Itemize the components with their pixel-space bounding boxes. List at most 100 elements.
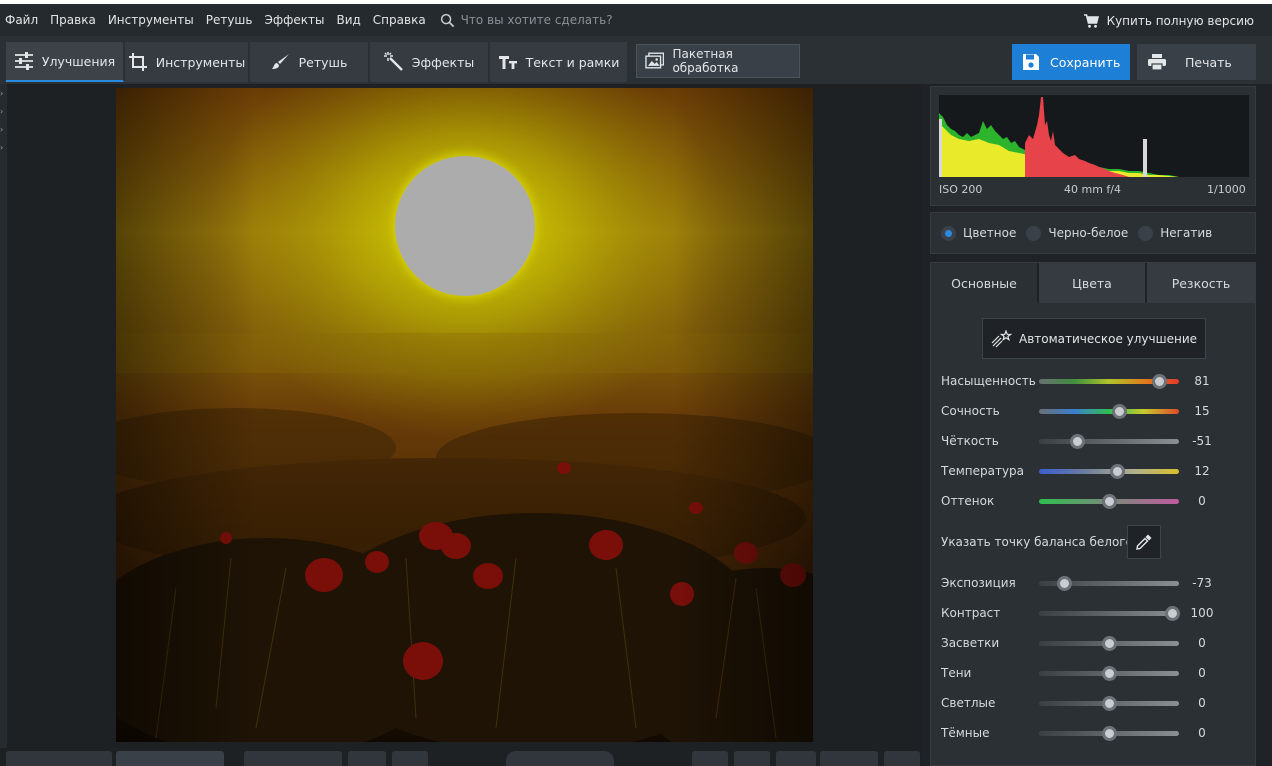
batch-processing-label: Пакетная обработка (672, 47, 739, 75)
slider-handle[interactable] (1110, 464, 1126, 479)
slider-handle[interactable] (1102, 494, 1117, 509)
slider-row: Температура 12 (941, 461, 1241, 481)
eyedropper-button[interactable] (1127, 525, 1161, 559)
slider-handle[interactable] (1102, 636, 1117, 651)
buy-full-version-label: Купить полную версию (1106, 14, 1254, 28)
slider-row: Чёткость -51 (941, 431, 1241, 451)
slider-track[interactable] (1039, 611, 1179, 616)
radio-selected-icon (941, 225, 956, 241)
save-button[interactable]: Сохранить (1012, 44, 1130, 80)
slider-value: 0 (1198, 636, 1206, 650)
slider-handle[interactable] (1057, 576, 1073, 591)
menu-effects[interactable]: Эффекты (264, 13, 324, 27)
auto-enhance-button[interactable]: Автоматическое улучшение (982, 318, 1206, 359)
right-panel: ISO 200 40 mm f/4 1/1000 Цветное Черно-б… (922, 84, 1272, 766)
zoom-level-field[interactable] (820, 751, 878, 766)
buy-full-version-link[interactable]: Купить полную версию (1083, 13, 1254, 29)
slider-label: Тёмные (941, 726, 990, 740)
eyedropper-icon (1136, 534, 1152, 550)
slider-track[interactable] (1039, 469, 1179, 474)
slider-track[interactable] (1039, 409, 1179, 414)
menu-bar: Файл Правка Инструменты Ретушь Эффекты В… (0, 0, 1272, 36)
slider-value: 12 (1194, 464, 1210, 478)
menu-retouch[interactable]: Ретушь (206, 13, 253, 27)
print-button[interactable]: Печать (1137, 44, 1256, 80)
tab-text-frames-label: Текст и рамки (525, 54, 620, 70)
slider-label: Оттенок (941, 494, 995, 508)
histogram-panel: ISO 200 40 mm f/4 1/1000 (930, 86, 1256, 206)
sliders-icon (14, 52, 33, 70)
slider-handle[interactable] (1102, 696, 1117, 711)
bottom-button[interactable] (348, 751, 386, 766)
actual-size-button[interactable] (734, 751, 770, 766)
tab-effects-label: Эффекты (411, 54, 475, 70)
search-box (440, 13, 681, 28)
adjustments-panel: Основные Цвета Резкость Автоматическое у… (930, 262, 1256, 766)
printer-icon (1148, 54, 1166, 71)
color-mode-color-label: Цветное (963, 226, 1017, 240)
search-input[interactable] (460, 13, 681, 27)
slider-label: Светлые (941, 696, 996, 710)
tab-tools-label: Инструменты (155, 54, 246, 70)
zoom-in-button[interactable] (884, 751, 920, 766)
tab-enhancements[interactable]: Улучшения (6, 42, 124, 82)
tab-text-frames[interactable]: Текст и рамки (490, 42, 628, 82)
slider-row: Экспозиция -73 (941, 573, 1241, 593)
slider-handle[interactable] (1152, 374, 1168, 389)
tab-sharpness[interactable]: Резкость (1147, 263, 1255, 303)
shutter-value: 1/1000 (1207, 183, 1246, 196)
fit-screen-button[interactable] (692, 751, 728, 766)
color-mode-negative-radio[interactable]: Негатив (1138, 225, 1213, 241)
menu-view[interactable]: Вид (336, 13, 360, 27)
bottom-button[interactable] (6, 751, 112, 766)
chevron-right-icon: › (0, 143, 4, 152)
slider-value: 81 (1194, 374, 1210, 388)
bottom-button[interactable] (392, 751, 428, 766)
tab-retouch[interactable]: Ретушь (250, 42, 369, 82)
bottom-toolbar (0, 748, 922, 766)
main-toolbar: Улучшения Инструменты Ретушь Эффекты Тек… (0, 36, 1272, 101)
magic-wand-icon (991, 329, 1013, 347)
adjustment-tabs: Основные Цвета Резкость (931, 263, 1255, 303)
rotate-button[interactable] (244, 751, 342, 766)
slider-row: Светлые 0 (941, 693, 1241, 713)
tab-basic[interactable]: Основные (931, 263, 1039, 303)
menu-tools[interactable]: Инструменты (108, 13, 194, 27)
color-mode-bw-label: Черно-белое (1048, 226, 1129, 240)
auto-enhance-label: Автоматическое улучшение (1018, 331, 1198, 346)
bottom-button[interactable] (116, 751, 224, 766)
magic-wand-icon (383, 52, 403, 71)
slider-value: 0 (1198, 726, 1206, 740)
slider-handle[interactable] (1165, 606, 1180, 621)
slider-track[interactable] (1039, 439, 1179, 444)
slider-handle[interactable] (1102, 726, 1117, 741)
navigation-button-group[interactable] (506, 751, 614, 766)
histogram-graph (939, 97, 1179, 177)
slider-value: 0 (1198, 494, 1206, 508)
tab-effects[interactable]: Эффекты (370, 42, 489, 82)
slider-label: Контраст (941, 606, 1001, 620)
slider-label: Сочность (941, 404, 1000, 418)
menu-help[interactable]: Справка (373, 13, 426, 27)
photo-canvas[interactable] (116, 88, 813, 742)
batch-processing-button[interactable]: Пакетная обработка (636, 44, 800, 78)
color-mode-color-radio[interactable]: Цветное (941, 225, 1017, 241)
slider-label: Засветки (941, 636, 1000, 650)
slider-label: Экспозиция (941, 576, 1016, 590)
zoom-out-button[interactable] (776, 751, 816, 766)
slider-handle[interactable] (1069, 434, 1085, 449)
color-mode-bw-radio[interactable]: Черно-белое (1026, 225, 1129, 241)
menu-edit[interactable]: Правка (50, 13, 96, 27)
slider-handle[interactable] (1111, 404, 1127, 419)
image-stack-icon (645, 52, 665, 69)
left-collapse-strip[interactable]: › › › › (0, 84, 7, 766)
slider-value: -73 (1192, 576, 1212, 590)
slider-handle[interactable] (1102, 666, 1117, 681)
text-icon (498, 56, 517, 69)
tab-colors[interactable]: Цвета (1039, 263, 1147, 303)
color-mode-negative-label: Негатив (1160, 226, 1213, 240)
menu-file[interactable]: Файл (5, 13, 38, 27)
slider-label: Тени (941, 666, 972, 680)
tab-tools[interactable]: Инструменты (125, 42, 249, 82)
slider-row: Сочность 15 (941, 401, 1241, 421)
